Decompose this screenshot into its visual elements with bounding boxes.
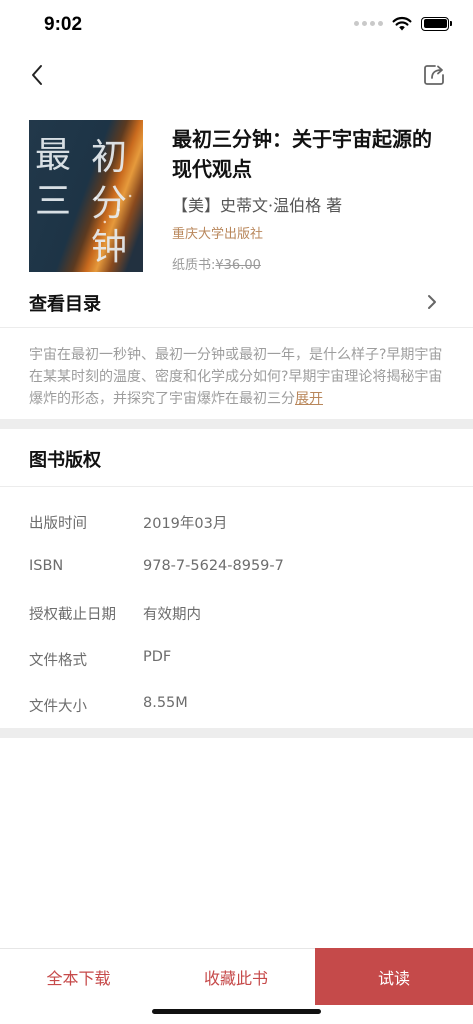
view-toc-row[interactable]: 查看目录 [0,282,473,328]
cover-stars [91,190,137,230]
book-cover[interactable]: 最 初 三 分 钟 [29,120,143,272]
book-header: 最 初 三 分 钟 最初三分钟：关于宇宙起源的现代观点 【美】史蒂文·温伯格 著… [0,118,473,278]
cover-char: 三 [35,181,72,222]
cover-char: 初 [91,137,128,178]
favorite-button[interactable]: 收藏此书 [157,949,315,1005]
info-row-isbn: ISBN 978-7-5624-8959-7 [29,558,449,582]
section-divider [0,728,473,738]
info-label: 授权截止日期 [29,607,116,623]
cover-char: 最 [35,135,72,176]
info-label: 文件大小 [29,699,87,715]
bottom-action-bar: 全本下载 收藏此书 试读 [0,948,473,1005]
book-title: 最初三分钟：关于宇宙起源的现代观点 [172,127,432,181]
info-value: 8.55M [143,695,188,711]
nav-bar [0,52,473,98]
share-icon [424,65,444,85]
status-bar: 9:02 [0,0,473,52]
info-value: 有效期内 [143,607,201,623]
book-description: 宇宙在最初一秒钟、最初一分钟或最初一年，是什么样子?早期宇宙在某某时刻的温度、密… [29,344,445,410]
book-publisher[interactable]: 重庆大学出版社 [172,223,263,242]
copyright-title: 图书版权 [29,450,101,471]
status-time: 9:02 [44,14,83,35]
description-text: 宇宙在最初一秒钟、最初一分钟或最初一年，是什么样子?早期宇宙在某某时刻的温度、密… [29,347,443,407]
info-label: 文件格式 [29,653,87,669]
divider [0,486,473,487]
signal-icon [354,21,383,26]
download-full-button[interactable]: 全本下载 [0,949,157,1005]
chevron-right-icon [428,295,436,309]
info-row-file-size: 文件大小 8.55M [29,695,449,719]
info-row-publish-date: 出版时间 2019年03月 [29,512,449,536]
section-divider [0,419,473,429]
trial-read-button[interactable]: 试读 [315,948,473,1005]
info-label: ISBN [29,558,64,574]
info-row-file-format: 文件格式 PDF [29,649,449,673]
cover-char: 钟 [91,227,128,268]
wifi-icon [392,16,412,31]
paper-price-label: 纸质书: [172,258,216,273]
info-value: 2019年03月 [143,516,228,532]
status-indicators [354,16,452,31]
expand-link[interactable]: 展开 [295,391,323,407]
battery-icon [421,16,452,31]
info-value: PDF [143,649,172,665]
paper-price: 纸质书:¥36.00 [172,254,261,273]
paper-price-value: ¥36.00 [215,258,261,273]
share-button[interactable] [421,62,447,88]
home-indicator[interactable] [152,1009,321,1014]
book-author: 【美】史蒂文·温伯格 著 [172,196,343,215]
info-row-license-expiry: 授权截止日期 有效期内 [29,603,449,627]
info-label: 出版时间 [29,516,87,532]
view-toc-label: 查看目录 [29,294,101,315]
info-value: 978-7-5624-8959-7 [143,558,284,574]
chevron-left-icon [32,65,42,85]
back-button[interactable] [22,60,52,90]
